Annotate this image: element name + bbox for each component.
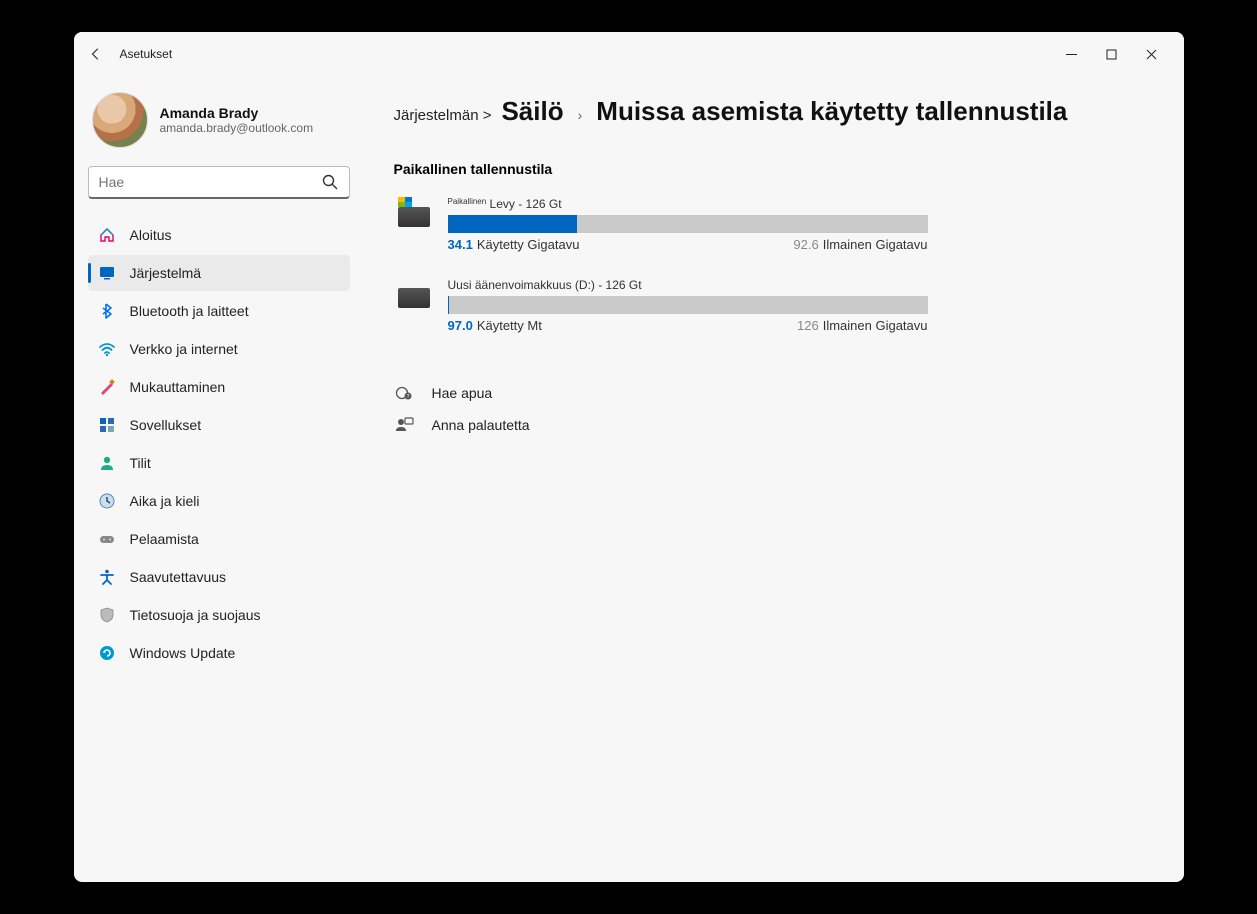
update-icon xyxy=(98,644,116,662)
free-stat: 126Ilmainen Gigatavu xyxy=(797,318,927,333)
clock-icon xyxy=(98,492,116,510)
sidebar-item-system[interactable]: Järjestelmä xyxy=(88,255,350,291)
disk-icon xyxy=(398,207,430,227)
system-icon xyxy=(98,264,116,282)
close-button[interactable] xyxy=(1132,39,1172,69)
sidebar-item-label: Tietosuoja ja suojaus xyxy=(130,607,261,623)
used-stat: 97.0Käytetty Mt xyxy=(448,318,542,333)
sidebar-item-bluetooth[interactable]: Bluetooth ja laitteet xyxy=(88,293,350,329)
breadcrumb-parent[interactable]: Säilö xyxy=(501,96,563,127)
svg-text:?: ? xyxy=(406,394,409,400)
apps-icon xyxy=(98,416,116,434)
feedback-link[interactable]: Anna palautetta xyxy=(394,415,1154,435)
profile-block[interactable]: Amanda Brady amanda.brady@outlook.com xyxy=(88,86,350,166)
used-stat: 34.1Käytetty Gigatavu xyxy=(448,237,580,252)
sidebar-item-label: Windows Update xyxy=(130,645,236,661)
window-title: Asetukset xyxy=(120,47,173,61)
maximize-button[interactable] xyxy=(1092,39,1132,69)
storage-bar xyxy=(448,296,928,314)
sidebar-item-label: Saavutettavuus xyxy=(130,569,227,585)
brush-icon xyxy=(98,378,116,396)
sidebar-item-time[interactable]: Aika ja kieli xyxy=(88,483,350,519)
sidebar-item-network[interactable]: Verkko ja internet xyxy=(88,331,350,367)
person-icon xyxy=(98,454,116,472)
avatar xyxy=(92,92,148,148)
sidebar-item-label: Mukauttaminen xyxy=(130,379,226,395)
profile-email: amanda.brady@outlook.com xyxy=(160,121,314,135)
sidebar-item-label: Verkko ja internet xyxy=(130,341,238,357)
sidebar-item-home[interactable]: Aloitus xyxy=(88,217,350,253)
sidebar-item-update[interactable]: Windows Update xyxy=(88,635,350,671)
sidebar-item-label: Pelaamista xyxy=(130,531,199,547)
search-input[interactable] xyxy=(99,174,321,190)
breadcrumb-root[interactable]: Järjestelmän > xyxy=(394,107,492,124)
sidebar-item-apps[interactable]: Sovellukset xyxy=(88,407,350,443)
window-controls xyxy=(1052,39,1172,69)
drive-row[interactable]: Paikallinen Levy - 126 Gt 34.1Käytetty G… xyxy=(394,197,1154,252)
sidebar-item-accounts[interactable]: Tilit xyxy=(88,445,350,481)
feedback-label: Anna palautetta xyxy=(432,417,530,433)
sidebar-item-label: Bluetooth ja laitteet xyxy=(130,303,249,319)
minimize-button[interactable] xyxy=(1052,39,1092,69)
free-stat: 92.6Ilmainen Gigatavu xyxy=(793,237,927,252)
nav-list: Aloitus Järjestelmä Bluetooth ja laittee… xyxy=(88,217,350,671)
breadcrumb: Järjestelmän > Säilö › Muissa asemista k… xyxy=(394,96,1154,127)
chevron-right-icon: › xyxy=(574,107,587,123)
drive-name: Paikallinen Levy - 126 Gt xyxy=(448,197,928,211)
back-button[interactable] xyxy=(86,44,106,64)
drive-row[interactable]: Uusi äänenvoimakkuus (D:) - 126 Gt 97.0K… xyxy=(394,278,1154,333)
shield-icon xyxy=(98,606,116,624)
settings-window: Asetukset Amanda Brady amanda.brady@outl… xyxy=(74,32,1184,882)
sidebar-item-label: Aika ja kieli xyxy=(130,493,200,509)
sidebar-item-privacy[interactable]: Tietosuoja ja suojaus xyxy=(88,597,350,633)
home-icon xyxy=(98,226,116,244)
sidebar-item-label: Aloitus xyxy=(130,227,172,243)
section-title: Paikallinen tallennustila xyxy=(394,161,1154,177)
main-content: Järjestelmän > Säilö › Muissa asemista k… xyxy=(364,76,1184,882)
sidebar-item-label: Sovellukset xyxy=(130,417,202,433)
page-title: Muissa asemista käytetty tallennustila xyxy=(596,96,1067,127)
drive-name: Uusi äänenvoimakkuus (D:) - 126 Gt xyxy=(448,278,928,292)
wifi-icon xyxy=(98,340,116,358)
storage-bar xyxy=(448,215,928,233)
get-help-label: Hae apua xyxy=(432,385,493,401)
sidebar-item-gaming[interactable]: Pelaamista xyxy=(88,521,350,557)
help-icon: ? xyxy=(394,383,414,403)
search-icon xyxy=(321,173,339,191)
get-help-link[interactable]: ? Hae apua xyxy=(394,383,1154,403)
profile-name: Amanda Brady xyxy=(160,105,314,121)
sidebar-item-accessibility[interactable]: Saavutettavuus xyxy=(88,559,350,595)
sidebar: Amanda Brady amanda.brady@outlook.com Al… xyxy=(74,76,364,882)
feedback-icon xyxy=(394,415,414,435)
accessibility-icon xyxy=(98,568,116,586)
gamepad-icon xyxy=(98,530,116,548)
sidebar-item-label: Tilit xyxy=(130,455,151,471)
sidebar-item-personalization[interactable]: Mukauttaminen xyxy=(88,369,350,405)
disk-icon xyxy=(398,288,430,308)
sidebar-item-label: Järjestelmä xyxy=(130,265,202,281)
title-bar: Asetukset xyxy=(74,32,1184,76)
search-box[interactable] xyxy=(88,166,350,199)
bluetooth-icon xyxy=(98,302,116,320)
